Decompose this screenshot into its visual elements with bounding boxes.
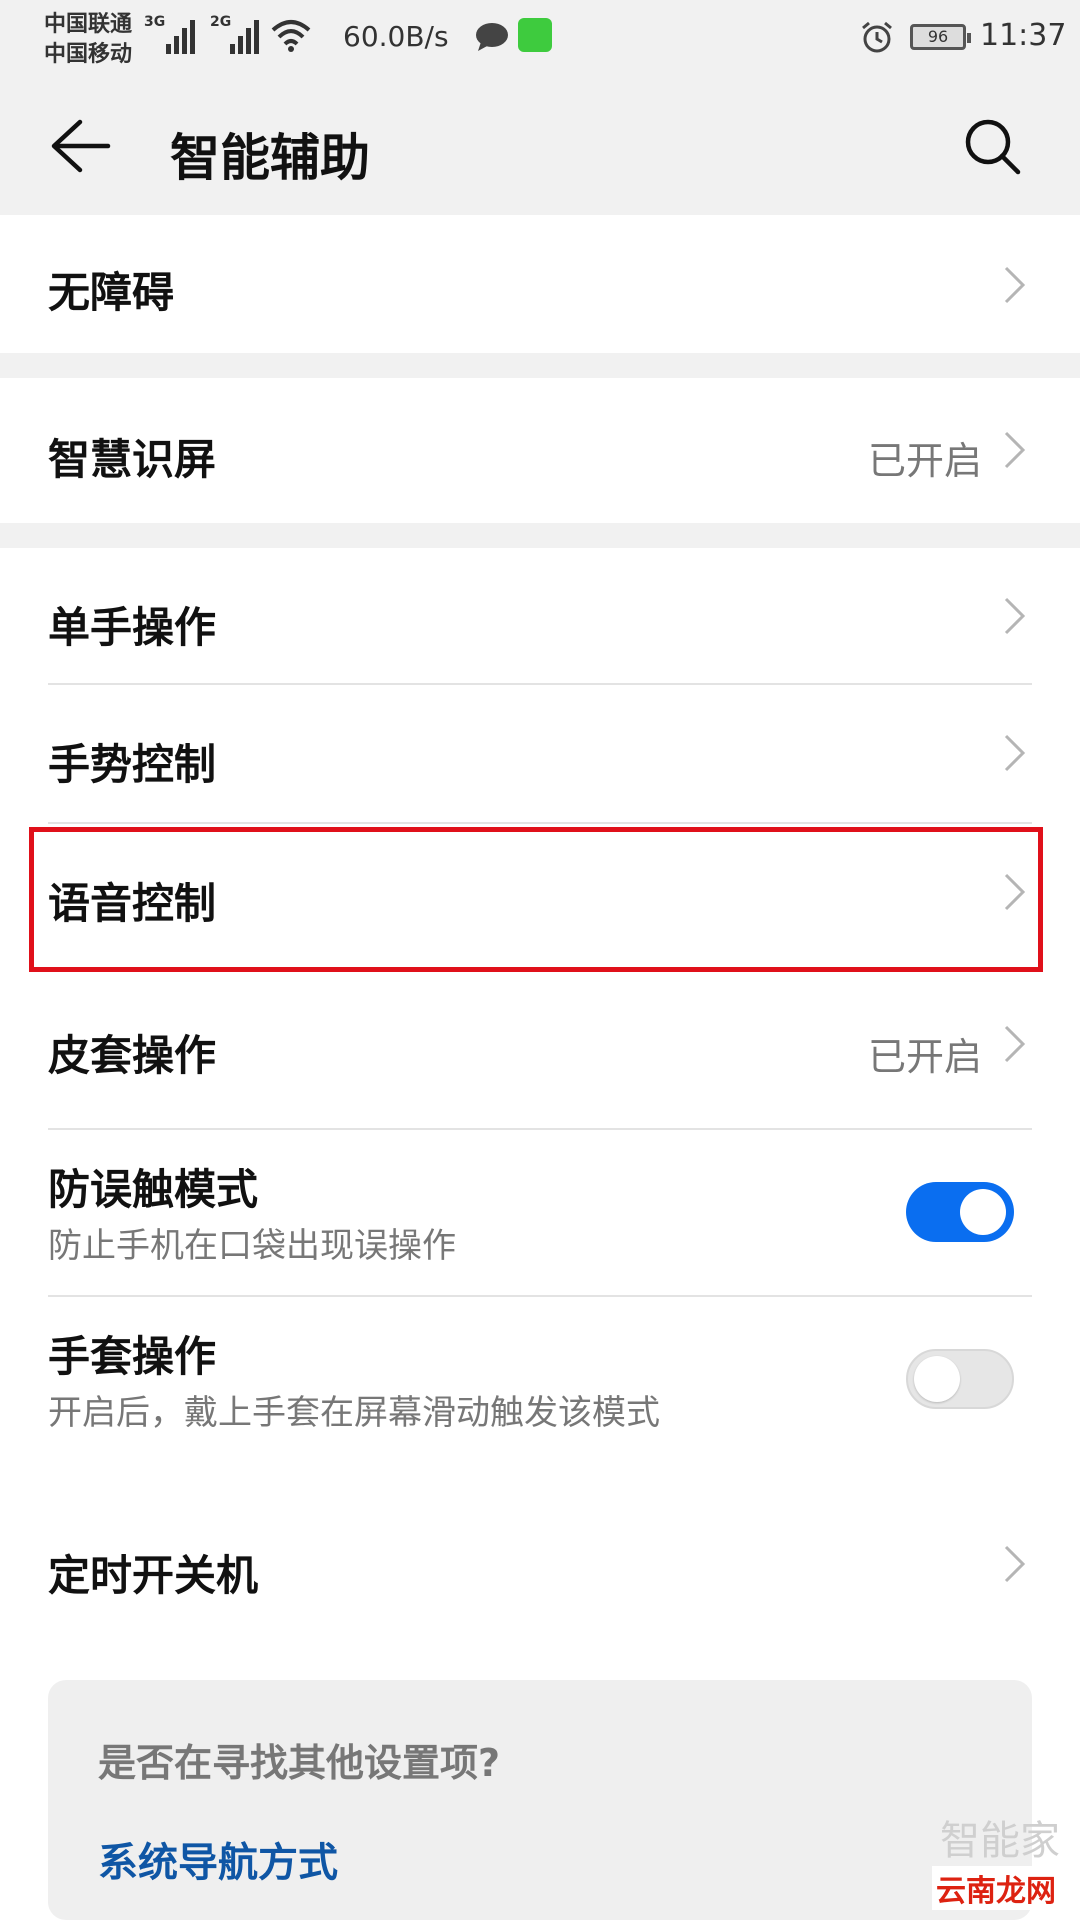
row-timer-power[interactable]: 定时开关机 bbox=[0, 1490, 1080, 1640]
glove-mode-label: 手套操作 bbox=[48, 1332, 217, 1381]
timer-power-label: 定时开关机 bbox=[48, 1551, 259, 1600]
signal-bars-icon bbox=[230, 20, 262, 54]
pocket-mode-description: 防止手机在口袋出现误操作 bbox=[48, 1226, 456, 1266]
system-navigation-link[interactable]: 系统导航方式 bbox=[98, 1830, 338, 1888]
suggestion-panel: 是否在寻找其他设置项? 系统导航方式 bbox=[48, 1680, 1032, 1920]
chevron-right-icon bbox=[1004, 431, 1026, 469]
row-cover[interactable]: 皮套操作 已开启 bbox=[0, 976, 1080, 1116]
glove-mode-description: 开启后，戴上手套在屏幕滑动触发该模式 bbox=[48, 1393, 660, 1433]
carrier-1: 中国联通 bbox=[44, 12, 133, 37]
message-icon bbox=[475, 22, 509, 56]
highlight-box bbox=[29, 827, 1043, 972]
title-bar: 智能辅助 bbox=[0, 80, 1080, 215]
row-glove-mode: 手套操作 开启后，戴上手套在屏幕滑动触发该模式 bbox=[0, 1297, 1080, 1463]
back-arrow-icon[interactable] bbox=[50, 118, 112, 178]
network-type-2: 2G bbox=[210, 14, 232, 30]
pocket-mode-label: 防误触模式 bbox=[48, 1165, 259, 1214]
status-bar: 中国联通 中国移动 3G 2G 60.0B/s 96 11:37 bbox=[0, 0, 1080, 80]
settings-card-smart-screen: 智慧识屏 已开启 bbox=[0, 378, 1080, 523]
suggestion-question: 是否在寻找其他设置项? bbox=[98, 1741, 501, 1785]
alarm-icon bbox=[860, 20, 894, 58]
row-gesture[interactable]: 手势控制 bbox=[0, 685, 1080, 822]
smart-screen-status: 已开启 bbox=[867, 439, 982, 483]
network-type-1: 3G bbox=[144, 14, 166, 30]
iqiyi-app-icon bbox=[518, 18, 552, 52]
glove-mode-toggle[interactable] bbox=[906, 1349, 1014, 1409]
signal-bars-icon bbox=[166, 20, 198, 54]
search-icon[interactable] bbox=[962, 116, 1024, 182]
carrier-info: 中国联通 中国移动 bbox=[44, 10, 132, 70]
chevron-right-icon bbox=[1004, 734, 1026, 772]
wifi-icon bbox=[270, 16, 312, 58]
one-hand-label: 单手操作 bbox=[48, 603, 217, 652]
chevron-right-icon bbox=[1004, 1545, 1026, 1583]
cover-status: 已开启 bbox=[867, 1035, 982, 1079]
settings-card-accessibility: 无障碍 bbox=[0, 215, 1080, 353]
chevron-right-icon bbox=[1004, 266, 1026, 304]
carrier-2: 中国移动 bbox=[44, 42, 133, 67]
page-title: 智能辅助 bbox=[170, 129, 370, 187]
watermark: 智能家 云南龙网 bbox=[932, 1808, 1060, 1910]
pocket-mode-toggle[interactable] bbox=[906, 1182, 1014, 1242]
gesture-label: 手势控制 bbox=[48, 740, 217, 789]
row-one-hand[interactable]: 单手操作 bbox=[0, 548, 1080, 683]
accessibility-label: 无障碍 bbox=[48, 268, 175, 317]
watermark-text: 智能家 bbox=[940, 1818, 1060, 1864]
row-pocket-mode: 防误触模式 防止手机在口袋出现误操作 bbox=[0, 1130, 1080, 1295]
cover-label: 皮套操作 bbox=[48, 1031, 217, 1080]
watermark-site: 云南龙网 bbox=[932, 1866, 1060, 1910]
network-speed: 60.0B/s bbox=[343, 20, 449, 53]
row-smart-screen[interactable]: 智慧识屏 已开启 bbox=[0, 378, 1080, 523]
row-accessibility[interactable]: 无障碍 bbox=[0, 215, 1080, 353]
chevron-right-icon bbox=[1004, 597, 1026, 635]
chevron-right-icon bbox=[1004, 1025, 1026, 1063]
clock: 11:37 bbox=[980, 18, 1067, 53]
settings-card-operations: 单手操作 手势控制 语音控制 皮套操作 已开启 防误触模式 防止手机在口袋出现误… bbox=[0, 548, 1080, 1553]
battery-icon: 96 bbox=[910, 24, 971, 50]
smart-screen-label: 智慧识屏 bbox=[48, 435, 217, 484]
